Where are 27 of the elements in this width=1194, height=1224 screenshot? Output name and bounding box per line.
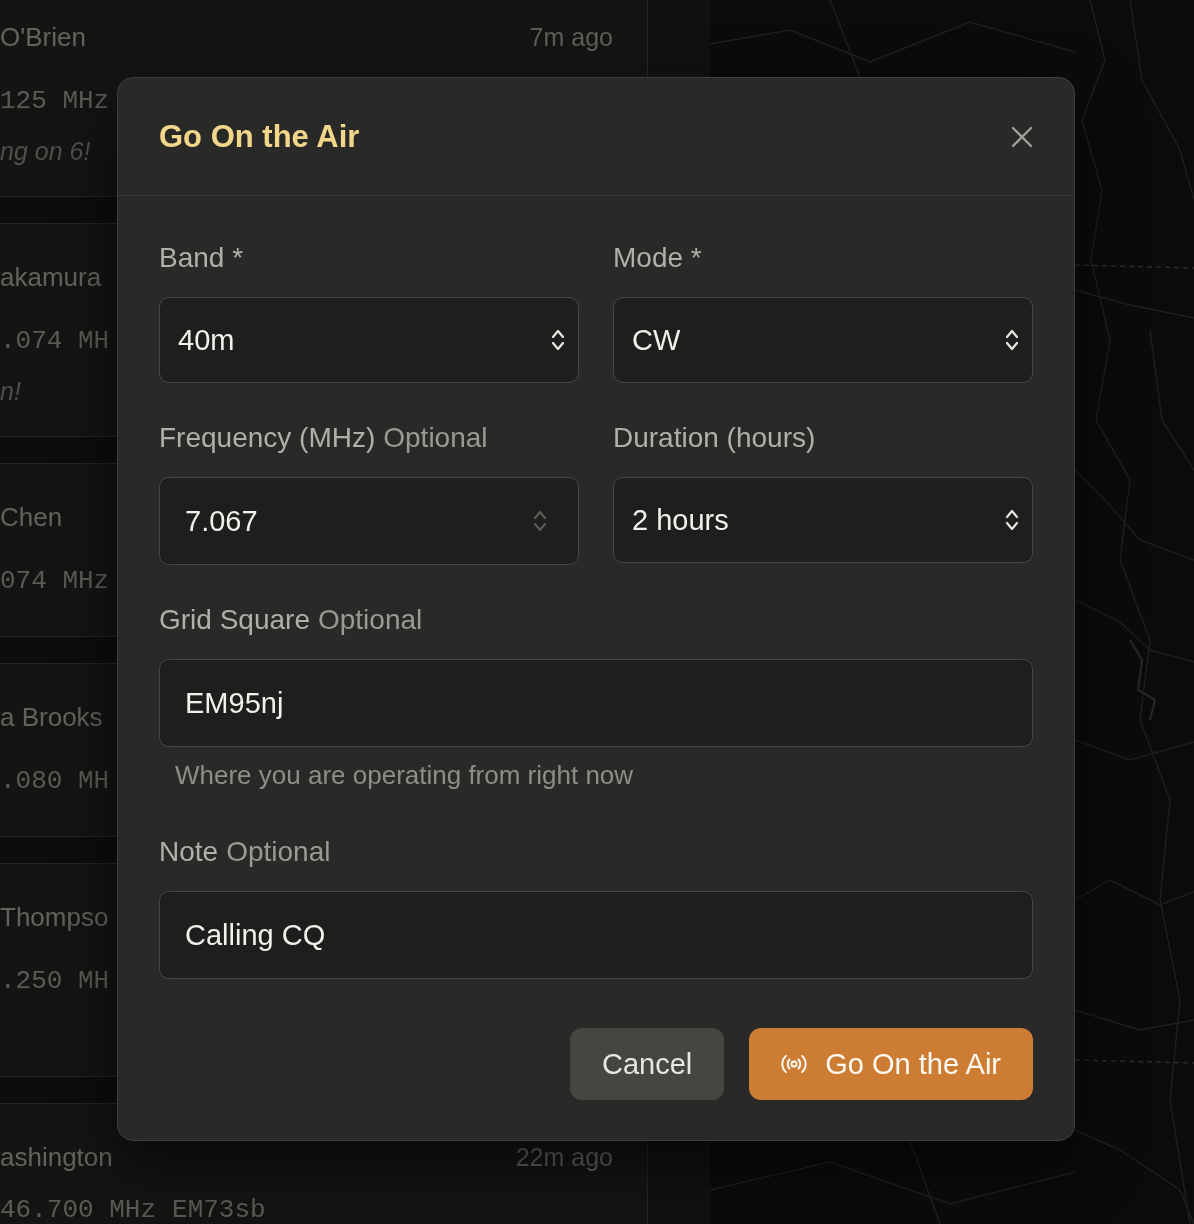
frequency-text: .080 MH — [0, 766, 110, 796]
field-label: Note — [159, 836, 219, 868]
contact-name: ashington — [0, 1141, 113, 1173]
frequency-text: 46.700 MHz — [0, 1195, 157, 1224]
help-text: Where you are operating from right now — [175, 760, 634, 790]
contact-name: a Brooks — [0, 701, 103, 733]
spot-note: n! — [0, 376, 21, 406]
field-label: Grid Square — [159, 604, 310, 636]
frequency-text: 074 MHz — [0, 566, 110, 596]
optional-hint: Optional — [383, 422, 488, 454]
frequency-text: 125 MHz — [0, 86, 110, 116]
frequency-text: .250 MH — [0, 966, 110, 996]
contact-name: O'Brien — [0, 21, 86, 53]
field-label: Mode * — [613, 242, 702, 274]
field-label: Frequency (MHz) — [159, 422, 376, 454]
spot-time: 7m ago — [529, 22, 613, 52]
spot-note: ng on 6! — [0, 136, 91, 166]
field-label: Duration (hours) — [613, 422, 816, 454]
grid-locator: EM73sb — [172, 1195, 266, 1224]
optional-hint: Optional — [226, 836, 331, 868]
contact-name: Chen — [0, 501, 63, 533]
contact-name: akamura — [0, 261, 102, 293]
contact-name: Thompso — [0, 901, 109, 933]
field-label: Band * — [159, 242, 244, 274]
dialog-title: Go On the Air — [159, 118, 360, 155]
frequency-text: .074 MH — [0, 326, 110, 356]
optional-hint: Optional — [317, 604, 423, 636]
